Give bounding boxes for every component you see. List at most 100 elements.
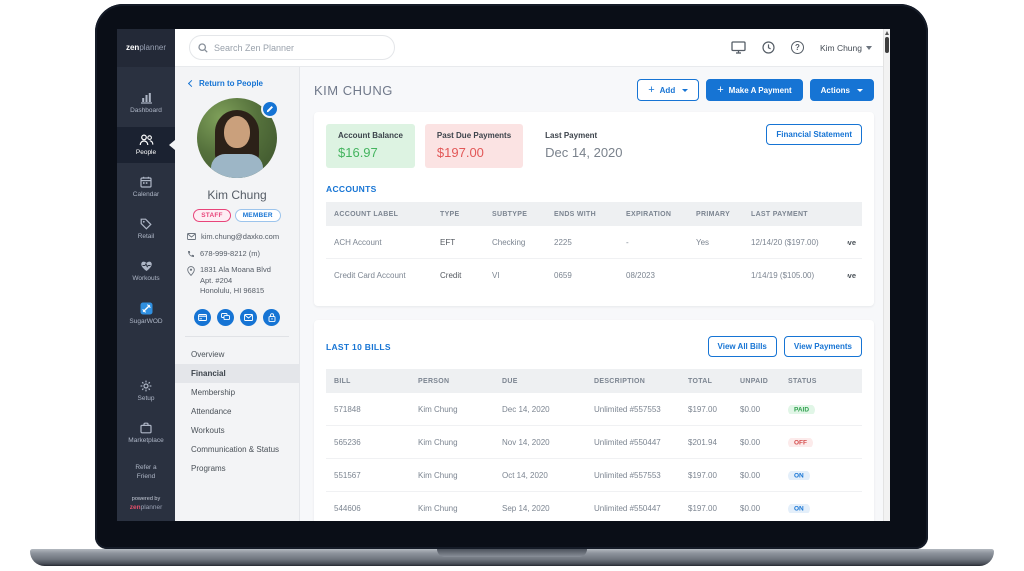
table-row: 551567 Kim Chung Oct 14, 2020 Unlimited … [326, 459, 862, 492]
account-balance-value: $16.97 [338, 145, 403, 160]
tab-financial[interactable]: Financial [175, 364, 299, 383]
sidebar-item-retail[interactable]: Retail [117, 211, 175, 247]
sidebar-item-marketplace[interactable]: Marketplace [117, 415, 175, 451]
table-row: 571848 Kim Chung Dec 14, 2020 Unlimited … [326, 393, 862, 426]
account-balance-stat: Account Balance $16.97 [326, 124, 415, 168]
table-row: 565236 Kim Chung Nov 14, 2020 Unlimited … [326, 426, 862, 459]
remove-account-button[interactable]: ✕Remove [847, 270, 856, 281]
plus-icon: + [648, 85, 654, 96]
briefcase-icon [140, 422, 152, 434]
bills-section-title: LAST 10 BILLS [326, 342, 391, 352]
tab-overview[interactable]: Overview [175, 345, 299, 364]
status-badge: OFF [788, 438, 813, 447]
powered-by-text: powered by [117, 496, 175, 502]
accounts-table: ACCOUNT LABEL TYPE SUBTYPE ENDS WITH EXP… [326, 202, 862, 292]
sidebar-item-workouts[interactable]: Workouts [117, 253, 175, 289]
zenplanner-logo: zenplanner [117, 29, 175, 67]
accounts-section-title: ACCOUNTS [326, 184, 862, 194]
address-value: 1831 Ala Moana Blvd Apt. #204 Honolulu, … [200, 265, 271, 297]
user-name: Kim Chung [820, 43, 862, 53]
user-menu[interactable]: Kim Chung [820, 43, 872, 53]
table-row: 544606 Kim Chung Sep 14, 2020 Unlimited … [326, 492, 862, 521]
gear-icon [140, 380, 152, 392]
sidebar-item-sugarwod[interactable]: SugarWOD [117, 295, 175, 332]
pencil-icon [266, 105, 274, 113]
sidebar-item-setup[interactable]: Setup [117, 373, 175, 409]
sidebar-item-label: Workouts [132, 275, 159, 282]
edit-photo-button[interactable] [261, 100, 279, 118]
page-title: KIM CHUNG [314, 83, 393, 98]
bills-table-header: BILL PERSON DUE DESCRIPTION TOTAL UNPAID… [326, 369, 862, 393]
refer-line: Friend [117, 472, 175, 482]
scrollbar-up-arrow[interactable] [885, 31, 889, 35]
staff-badge: STAFF [193, 209, 230, 222]
view-all-bills-button[interactable]: View All Bills [708, 336, 777, 357]
table-row: ACH Account EFT Checking 2225 - Yes 12/1… [326, 226, 862, 259]
zenplanner-app: zenplanner ? Kim Chung Dash [117, 29, 890, 521]
remove-account-button[interactable]: ✕Remove [847, 237, 856, 248]
view-payments-button[interactable]: View Payments [784, 336, 862, 357]
last-payment-value: Dec 14, 2020 [545, 145, 622, 160]
kiosk-monitor-icon[interactable] [731, 41, 746, 54]
return-to-people-link[interactable]: Return to People [175, 67, 299, 94]
logo-rest: planner [139, 43, 166, 52]
financial-card: Account Balance $16.97 Past Due Payments… [314, 112, 874, 306]
powered-by: powered by zenplanner [117, 488, 175, 521]
email-row: kim.chung@daxko.com [187, 232, 291, 243]
sidebar-item-calendar[interactable]: Calendar [117, 169, 175, 205]
financial-statement-button[interactable]: Financial Statement [766, 124, 862, 145]
address-row: 1831 Ala Moana Blvd Apt. #204 Honolulu, … [187, 265, 291, 297]
bills-table: BILL PERSON DUE DESCRIPTION TOTAL UNPAID… [326, 369, 862, 521]
make-a-payment-button[interactable]: + Make A Payment [706, 79, 802, 101]
sidebar-item-label: Retail [138, 233, 155, 240]
chevron-down-icon [682, 89, 688, 92]
main-sidebar: Dashboard People Calendar Retail Workout… [117, 67, 175, 521]
profile-panel: Return to People Kim Chung STAFF MEMBER [175, 67, 300, 521]
main-content: KIM CHUNG + Add + Make A Payment Action [300, 67, 890, 521]
app-scrollbar[interactable] [883, 29, 890, 521]
search-input[interactable] [214, 43, 386, 53]
back-link-label: Return to People [199, 79, 263, 88]
sidebar-item-label: Marketplace [128, 437, 163, 444]
top-bar: zenplanner ? Kim Chung [117, 29, 890, 67]
help-icon[interactable]: ? [791, 41, 804, 54]
bar-chart-icon [140, 92, 153, 104]
sidebar-item-label: People [136, 149, 156, 156]
bills-card: LAST 10 BILLS View All Bills View Paymen… [314, 320, 874, 521]
tab-workouts[interactable]: Workouts [175, 421, 299, 440]
chevron-left-icon [188, 80, 195, 87]
status-badge: PAID [788, 405, 815, 414]
actions-button[interactable]: Actions [810, 79, 874, 101]
tab-programs[interactable]: Programs [175, 459, 299, 478]
sugarwod-icon [140, 302, 153, 315]
last-payment-stat: Last Payment Dec 14, 2020 [533, 124, 634, 168]
email-button[interactable] [240, 309, 257, 326]
add-button[interactable]: + Add [637, 79, 699, 101]
lock-icon [268, 313, 276, 322]
global-search[interactable] [189, 35, 395, 60]
lock-button[interactable] [263, 309, 280, 326]
recent-clock-icon[interactable] [762, 41, 775, 54]
sidebar-item-refer-a-friend[interactable]: Refer a Friend [117, 457, 175, 489]
table-row: Credit Card Account Credit VI 0659 08/20… [326, 259, 862, 292]
laptop-base-notch [437, 549, 587, 557]
member-badge: MEMBER [235, 209, 281, 222]
divider [185, 336, 289, 337]
chevron-down-icon [866, 46, 872, 50]
search-icon [198, 43, 208, 53]
tab-membership[interactable]: Membership [175, 383, 299, 402]
scrollbar-thumb[interactable] [885, 37, 889, 53]
tab-communication-status[interactable]: Communication & Status [175, 440, 299, 459]
sidebar-item-people[interactable]: People [117, 127, 175, 163]
payment-card-button[interactable] [194, 309, 211, 326]
topbar-right: ? Kim Chung [731, 41, 890, 54]
quick-actions [175, 309, 299, 326]
refer-line: Refer a [117, 463, 175, 473]
heart-pulse-icon [140, 260, 153, 272]
tab-attendance[interactable]: Attendance [175, 402, 299, 421]
person-name: Kim Chung [175, 188, 299, 202]
phone-row: 678-999-8212 (m) [187, 249, 291, 260]
phone-icon [187, 250, 195, 258]
message-button[interactable] [217, 309, 234, 326]
sidebar-item-dashboard[interactable]: Dashboard [117, 85, 175, 121]
